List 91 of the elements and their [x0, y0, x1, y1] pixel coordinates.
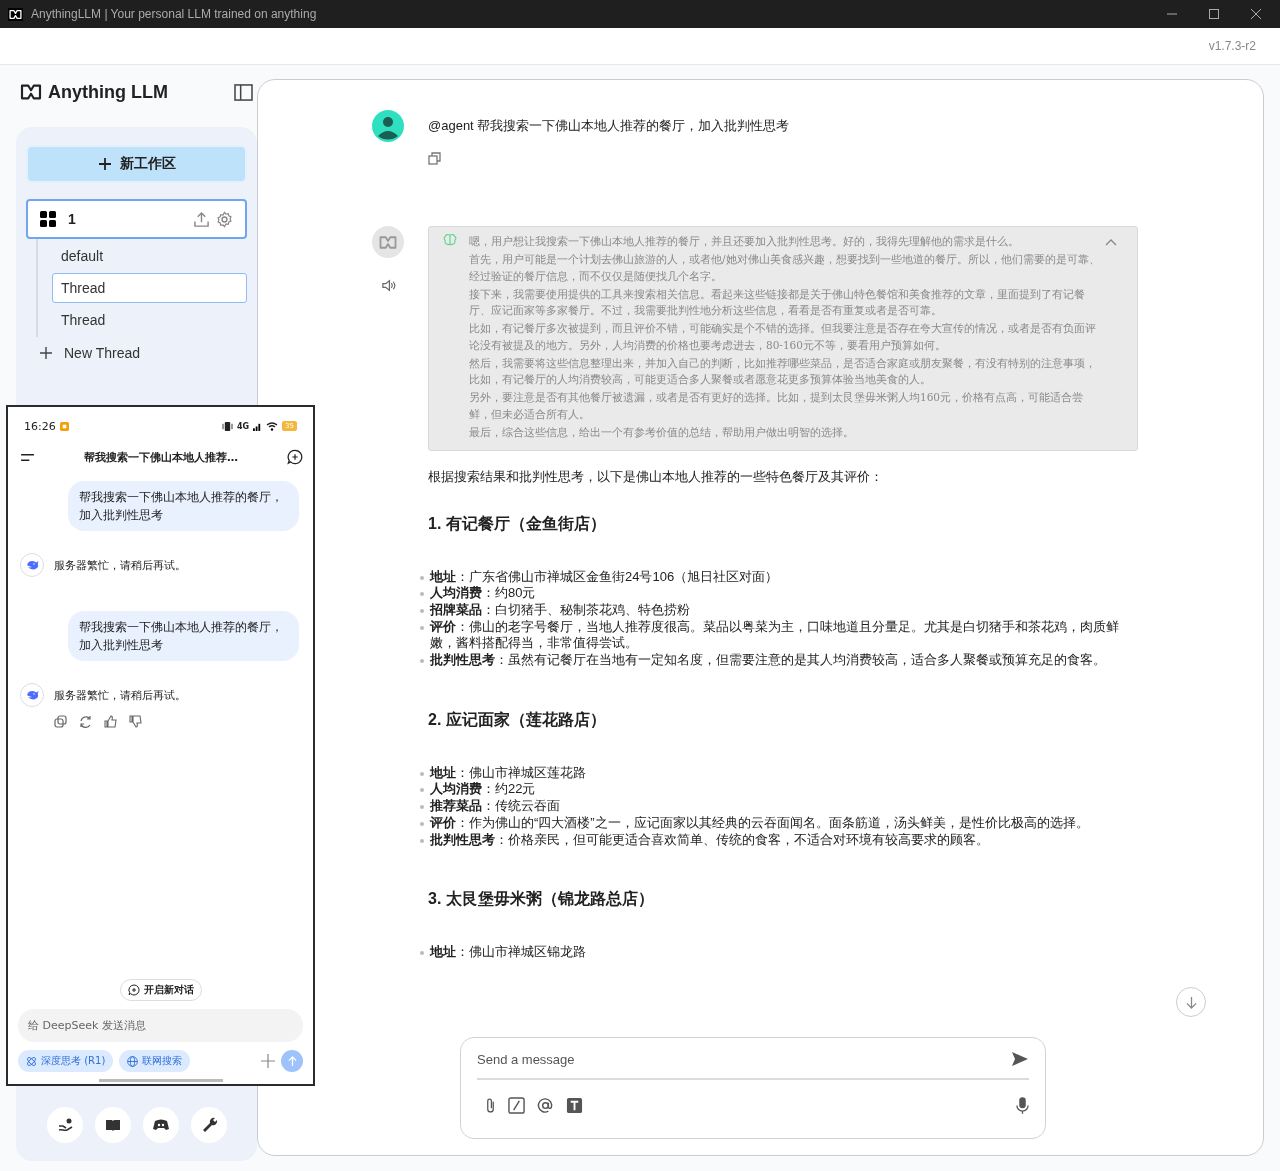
speaker-icon[interactable]	[380, 278, 396, 293]
list-item-text: 评价：作为佛山的“四大酒楼”之一，应记面家以其经典的云吞面闻名。面条筋道，汤头鲜美，是性价比极高的选择。	[430, 814, 1089, 832]
wifi-icon	[266, 421, 279, 431]
list-item-text: 推荐菜品：传统云吞面	[430, 798, 560, 815]
thinking-paragraph: 接下来，我需要使用提供的工具来搜索相关信息。看起来这些链接都是关于佛山特色餐馆和美食推荐的文章，里面提到了有记餐厅、应记面家等多家餐厅。不过，我需要批判性地分析这些信息，看看是否有重复或者是否可靠。	[469, 286, 1086, 318]
list-item-text: 地址：佛山市禅城区莲花路	[430, 764, 586, 782]
section-heading: 1. 有记餐厅（金鱼街店）	[428, 513, 607, 534]
signal-icon	[253, 421, 263, 431]
send-icon[interactable]	[1011, 1050, 1029, 1068]
thread-item[interactable]: default	[52, 241, 247, 271]
network-type: 4G	[236, 421, 250, 431]
plus-icon	[97, 157, 112, 171]
microphone-icon[interactable]	[1016, 1096, 1029, 1115]
logo-icon	[20, 83, 42, 101]
list-item-text: 人均消费：约80元	[430, 585, 536, 602]
copy-icon[interactable]	[428, 152, 442, 166]
notification-icon	[59, 421, 69, 431]
arrow-down-icon	[1185, 995, 1197, 1009]
bullet-icon	[420, 592, 424, 597]
thinking-paragraph: 然后，我需要将这些信息整理出来，并加入自己的判断，比如推荐哪些菜品，是否适合家庭或朋友聚餐，有没有特别的注意事项，比如，有记餐厅的人均消费较高，可能更适合多人聚餐或者愿意花更多预算体验当地美食的人。	[469, 355, 1097, 387]
plus-icon[interactable]	[40, 347, 52, 359]
bullet-icon	[420, 821, 424, 826]
menu-icon[interactable]	[20, 451, 35, 463]
toggle-chip[interactable]: 深度思考 (R1)	[18, 1050, 114, 1072]
list-item-text: 批判性思考：价格亲民，但可能更适合喜欢简单、传统的食客，不适合对环境有较高要求的顾客。	[430, 831, 989, 849]
vibrate-icon	[221, 421, 233, 431]
list-item-text: 地址：广东省佛山市禅城区金鱼街24号106（旭日社区对面）	[430, 568, 779, 586]
scroll-down-button[interactable]	[1176, 987, 1206, 1017]
copy-icon[interactable]	[54, 715, 67, 728]
close-icon[interactable]	[1250, 8, 1262, 20]
list-item-text: 批判性思考：虽然有记餐厅在当地有一定知名度，但需要注意的是其人均消费较高，适合多人聚餐或预算充足的食客。	[430, 652, 1106, 669]
refresh-icon[interactable]	[79, 715, 92, 728]
thread-item[interactable]: Thread	[52, 305, 247, 335]
list-item-text: 评价：佛山的老字号餐厅，当地人推荐度很高。菜品以粤菜为主，口味地道且分量足。尤其是白切猪手和茶花鸡，肉质鲜嫩，酱料搭配得当，非常值得尝试。	[430, 618, 1120, 652]
thinking-paragraph: 另外，要注意是否有其他餐厅被遗漏，或者是否有更好的选择。比如，提到太艮堡毋米粥人均160元，价格有点高，可能适合尝鲜，但未必适合所有人。	[469, 390, 1085, 422]
atom-icon	[26, 1055, 37, 1067]
paperclip-icon[interactable]	[485, 1097, 496, 1114]
assistant-logo-icon	[379, 234, 397, 250]
toggle-chip[interactable]: 联网搜索	[119, 1050, 191, 1072]
user-avatar-icon	[372, 110, 404, 142]
thread-item[interactable]: Thread	[52, 273, 247, 303]
workspace-item[interactable]: 1	[26, 199, 247, 239]
status-time: 16:26	[24, 419, 56, 433]
window-title: AnythingLLM | Your personal LLM trained on anything	[31, 7, 317, 21]
upload-icon[interactable]	[193, 210, 210, 228]
app-logo-icon	[8, 7, 23, 21]
intro-text: 根据搜索结果和批判性思考，以下是佛山本地人推荐的一些特色餐厅及其评价：	[428, 467, 884, 486]
arrow-up-icon	[287, 1055, 297, 1067]
bullet-icon	[420, 608, 424, 613]
at-sign-icon[interactable]	[537, 1097, 554, 1114]
thumbs-up-icon[interactable]	[104, 715, 117, 728]
bullet-icon	[420, 838, 424, 843]
new-chat-icon[interactable]	[287, 449, 303, 465]
bullet-icon	[420, 659, 424, 663]
chat-title: 帮我搜索一下佛山本地人推荐…	[84, 449, 238, 465]
slash-command-icon[interactable]	[508, 1097, 525, 1114]
logo-text: Anything LLM	[48, 81, 168, 103]
bullet-icon	[420, 805, 424, 810]
thinking-paragraph: 比如，有记餐厅多次被提到，而且评价不错，可能确实是个不错的选择。但我要注意是否存在夸大宣传的情况，或者是否有负面评论没有被提及的地方。另外，人均消费的价格也要考虑进去，80-160元不等，要看用户预算如何。	[469, 321, 1097, 353]
collapse-chevron-icon[interactable]	[1105, 238, 1117, 246]
new-thread-link[interactable]: New Thread	[64, 345, 140, 361]
grid-icon	[40, 211, 56, 227]
thinking-paragraph: 首先，用户可能是一个计划去佛山旅游的人，或者他/她对佛山美食感兴趣，想要找到一些地道的餐厅。所以，他们需要的是可靠、经过验证的餐厅信息，而不仅仅是随便找几个名字。	[469, 252, 1101, 284]
section-heading: 2. 应记面家（莲花路店）	[428, 709, 607, 730]
bullet-icon	[420, 788, 424, 793]
user-bubble: 帮我搜索一下佛山本地人推荐的餐厅，加入批判性思考	[68, 611, 299, 661]
sidebar-toggle-icon[interactable]	[234, 83, 253, 101]
assistant-message: 服务器繁忙，请稍后再试。	[54, 557, 186, 573]
globe-icon	[127, 1055, 139, 1067]
thinking-paragraph: 最后，综合这些信息，给出一个有参考价值的总结，帮助用户做出明智的选择。	[469, 424, 855, 440]
list-item-text: 招牌菜品：白切猪手、秘制茶花鸡、特色捞粉	[430, 601, 690, 619]
bullet-icon	[420, 771, 424, 776]
user-message: @agent 帮我搜索一下佛山本地人推荐的餐厅，加入批判性思考	[428, 117, 791, 134]
thinking-paragraph: 嗯，用户想让我搜索一下佛山本地人推荐的餐厅，并且还要加入批判性思考。好的，我得先理解他的需求是什么。	[469, 234, 1020, 249]
brain-icon	[443, 233, 457, 247]
thumbs-down-icon[interactable]	[129, 715, 142, 728]
maximize-icon[interactable]	[1208, 8, 1220, 20]
list-item-text: 地址：佛山市禅城区锦龙路	[430, 944, 586, 961]
version-label: v1.7.3-r2	[1208, 39, 1256, 53]
bullet-icon	[420, 625, 424, 630]
settings-icon[interactable]	[216, 210, 233, 228]
message-input[interactable]: 给 DeepSeek 发送消息	[18, 1009, 303, 1042]
user-bubble: 帮我搜索一下佛山本地人推荐的餐厅，加入批判性思考	[68, 481, 299, 531]
new-workspace-button[interactable]: 新工作区	[26, 145, 247, 183]
bullet-icon	[420, 951, 424, 956]
new-chat-icon	[127, 984, 140, 996]
text-format-icon[interactable]	[566, 1097, 583, 1114]
list-item-text: 人均消费：约22元	[430, 781, 536, 799]
assistant-message: 服务器繁忙，请稍后再试。	[54, 687, 186, 703]
bullet-icon	[420, 575, 424, 580]
section-heading: 3. 太艮堡毋米粥（锦龙路总店）	[428, 889, 655, 910]
